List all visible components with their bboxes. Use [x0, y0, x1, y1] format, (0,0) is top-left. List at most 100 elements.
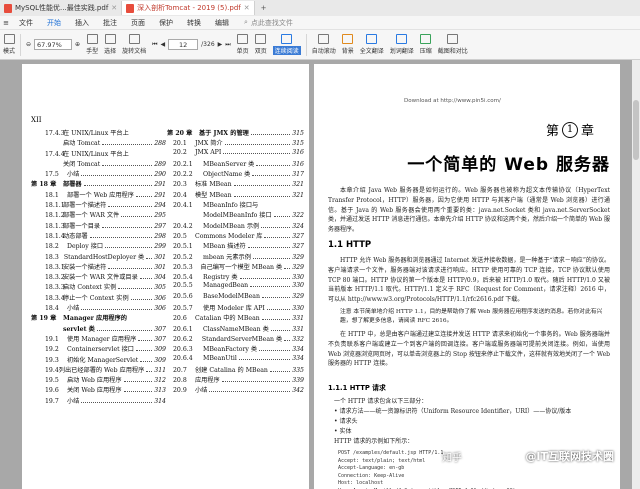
- toc-entry[interactable]: 第 20 章基于 JMX 的管理 315: [167, 128, 304, 138]
- toc-entry-title: 在 UNIX/Linux 平台上: [63, 150, 129, 158]
- toc-entry[interactable]: 20.5.3 自己编写一个模型 MBean 类 329: [167, 262, 304, 272]
- toc-entry[interactable]: 20.5.5 ManagedBean 330: [167, 282, 304, 292]
- menu-item-convert[interactable]: 转换: [180, 18, 208, 28]
- next-page-icon[interactable]: ▶: [218, 41, 223, 48]
- toc-entry[interactable]: 20.2.1 MBeanServer 类 316: [167, 159, 304, 169]
- close-icon[interactable]: ✕: [111, 4, 117, 12]
- toc-entry[interactable]: 第 18 章部署器 291: [31, 179, 166, 189]
- toc-entry[interactable]: 20.6 Catalian 中的 MBean 331: [167, 313, 304, 323]
- toc-entry[interactable]: 19.5 启动 Web 应用程序 312: [31, 375, 166, 385]
- toc-entry[interactable]: 19.4 列出已经部署的 Web 应用程序 311: [31, 365, 166, 375]
- toc-entry[interactable]: 18.3.1 安装一个描述符 301: [31, 262, 166, 272]
- toc-entry[interactable]: 19.6 关闭 Web 应用程序 313: [31, 385, 166, 395]
- toc-entry[interactable]: 18.4 小结 306: [31, 303, 166, 313]
- mode-button[interactable]: 模式: [0, 34, 18, 55]
- toc-entry-number: 第 20 章: [167, 130, 193, 137]
- toc-entry[interactable]: 20.5.6 BaseModelMBean 329: [167, 293, 304, 303]
- select-tool-button[interactable]: 选择: [101, 34, 119, 55]
- hand-tool-button[interactable]: 手型: [83, 34, 101, 55]
- menu-item-annotate[interactable]: 批注: [96, 18, 124, 28]
- menu-hamburger-icon[interactable]: ≡: [0, 19, 12, 27]
- toc-entry[interactable]: 19.7 小结 314: [31, 396, 166, 406]
- continuous-read-button[interactable]: 连续阅读: [270, 34, 304, 55]
- zoom-in-icon[interactable]: ⊕: [75, 41, 80, 48]
- toc-entry[interactable]: 20.2.2 ObjectName 类 317: [167, 169, 304, 179]
- word-translate-button[interactable]: 划词翻译: [387, 34, 417, 55]
- toc-entry[interactable]: 18.3.2 安装一个 WAR 文件或目录 304: [31, 272, 166, 282]
- new-tab-icon[interactable]: +: [255, 4, 273, 12]
- toc-entry[interactable]: 启动 Tomcat 288: [31, 138, 166, 148]
- toc-entry[interactable]: 20.6.2 StandardServerMBean 类 332: [167, 334, 304, 344]
- menu-item-protect[interactable]: 保护: [152, 18, 180, 28]
- toc-entry[interactable]: 18.3 StandardHostDeployer 类 301: [31, 252, 166, 262]
- toc-entry[interactable]: 18.1.1 部署一个描述符 294: [31, 200, 166, 210]
- toc-entry[interactable]: 20.7 创建 Catalina 的 MBean 335: [167, 365, 304, 375]
- last-page-icon[interactable]: ⏭: [225, 41, 230, 49]
- double-page-button[interactable]: 双页: [252, 34, 270, 55]
- toc-entry[interactable]: 18.2 Deploy 接口 299: [31, 241, 166, 251]
- toc-entry[interactable]: 19.2 Containerservlet 接口 309: [31, 344, 166, 354]
- toc-entry[interactable]: 18.1.4 动态部署 298: [31, 231, 166, 241]
- rotate-button[interactable]: 旋转文档: [119, 34, 149, 55]
- toc-entry-page: 291: [154, 191, 166, 199]
- toc-entry[interactable]: 20.5.7 使用 Modeler 库 API 330: [167, 303, 304, 313]
- single-page-button[interactable]: 单页: [234, 34, 252, 55]
- toc-entry[interactable]: 18.1 部署一个 Web 应用程序 291: [31, 190, 166, 200]
- toc-leader-dots: [239, 278, 291, 280]
- toc-entry[interactable]: servlet 类 307: [31, 324, 166, 334]
- menu-item-insert[interactable]: 插入: [68, 18, 96, 28]
- zoom-out-icon[interactable]: ⊖: [26, 41, 31, 48]
- screenshot-compare-button[interactable]: 截图和对比: [435, 34, 471, 55]
- toc-entry[interactable]: 20.4.2 ModelMBean 示例 324: [167, 221, 304, 231]
- toc-entry[interactable]: 20.2 JMX API 316: [167, 149, 304, 159]
- tab-mysql-pdf[interactable]: MySQL性能优...最佳实践.pdf ✕: [0, 1, 123, 15]
- menu-item-page[interactable]: 页面: [124, 18, 152, 28]
- toc-entry[interactable]: 17.4.4 在 UNIX/Linux 平台上: [31, 149, 166, 159]
- toc-entry-number: 18.3.1: [45, 263, 65, 271]
- background-button[interactable]: 背景: [339, 34, 357, 55]
- page-number-input[interactable]: 12: [168, 39, 199, 50]
- vertical-scrollbar[interactable]: [632, 60, 640, 489]
- toc-leader-dots: [130, 298, 153, 300]
- toc-entry[interactable]: 关闭 Tomcat 289: [31, 159, 166, 169]
- toc-leader-dots: [247, 247, 291, 249]
- toc-entry[interactable]: 18.1.2 部署一个 WAR 文件 295: [31, 210, 166, 220]
- full-translate-button[interactable]: 全文翻译: [357, 34, 387, 55]
- toc-entry[interactable]: 20.4 模型 MBean 321: [167, 190, 304, 200]
- toc-entry-number: 20.5.2: [173, 253, 193, 261]
- toc-entry[interactable]: 20.6.1 ClassNameMBean 类 331: [167, 324, 304, 334]
- compress-button[interactable]: 压缩: [417, 34, 435, 55]
- prev-page-icon[interactable]: ◀: [161, 41, 166, 48]
- auto-scroll-button[interactable]: 自动滚动: [309, 34, 339, 55]
- toc-entry[interactable]: 20.3 标准 MBean 321: [167, 179, 304, 189]
- toc-entry[interactable]: 17.5 小结 290: [31, 169, 166, 179]
- toc-entry[interactable]: 19.3 初始化 ManagerServlet 309: [31, 355, 166, 365]
- scrollbar-thumb[interactable]: [633, 100, 639, 160]
- toc-entry[interactable]: 18.3.3 启动 Context 实例 305: [31, 282, 166, 292]
- menu-item-edit[interactable]: 编辑: [208, 18, 236, 28]
- toc-entry[interactable]: 第 19 章 Manager 应用程序的: [31, 313, 166, 323]
- close-icon[interactable]: ✕: [244, 4, 250, 12]
- toc-entry[interactable]: 20.5.1 MBean 描述符 327: [167, 241, 304, 251]
- toc-entry[interactable]: 17.4.3 在 UNIX/Linux 平台上: [31, 128, 166, 138]
- toc-entry[interactable]: 20.1 JMX 简介 315: [167, 138, 304, 148]
- tab-tomcat-pdf[interactable]: 深入剖析Tomcat - 2019 (5).pdf ✕: [122, 1, 255, 15]
- zoom-select[interactable]: 67.97%: [34, 39, 73, 50]
- menu-item-file[interactable]: 文件: [12, 18, 40, 28]
- toc-entry[interactable]: 20.5.4 Registry 类 330: [167, 272, 304, 282]
- toc-entry[interactable]: 19.1 使用 Manager 应用程序 307: [31, 334, 166, 344]
- toc-entry[interactable]: 20.4.1 MBeanInfo 接口与: [167, 200, 304, 210]
- toc-entry[interactable]: 20.9 小结 342: [167, 385, 304, 395]
- search-box[interactable]: ⌕ 点此查找文件: [244, 18, 293, 28]
- first-page-icon[interactable]: ⏮: [152, 41, 157, 49]
- toc-entry[interactable]: 18.1.3 部署一个目录 297: [31, 221, 166, 231]
- toc-entry[interactable]: 20.5 Commons Modeler 库 327: [167, 231, 304, 241]
- menu-item-home[interactable]: 开始: [40, 18, 68, 28]
- toc-entry[interactable]: ModelMBeanInfo 接口 322: [167, 210, 304, 220]
- toc-entry[interactable]: 20.6.3 MBeanFactory 类 334: [167, 344, 304, 354]
- toc-entry[interactable]: 20.5.2 mbean 元素示例 329: [167, 252, 304, 262]
- toc-leader-dots: [256, 164, 291, 166]
- toc-entry[interactable]: 20.8 应用程序 339: [167, 375, 304, 385]
- toc-entry[interactable]: 18.3.4 停止一个 Context 实例 306: [31, 293, 166, 303]
- toc-entry[interactable]: 20.6.4 MBeanUtil 334: [167, 355, 304, 365]
